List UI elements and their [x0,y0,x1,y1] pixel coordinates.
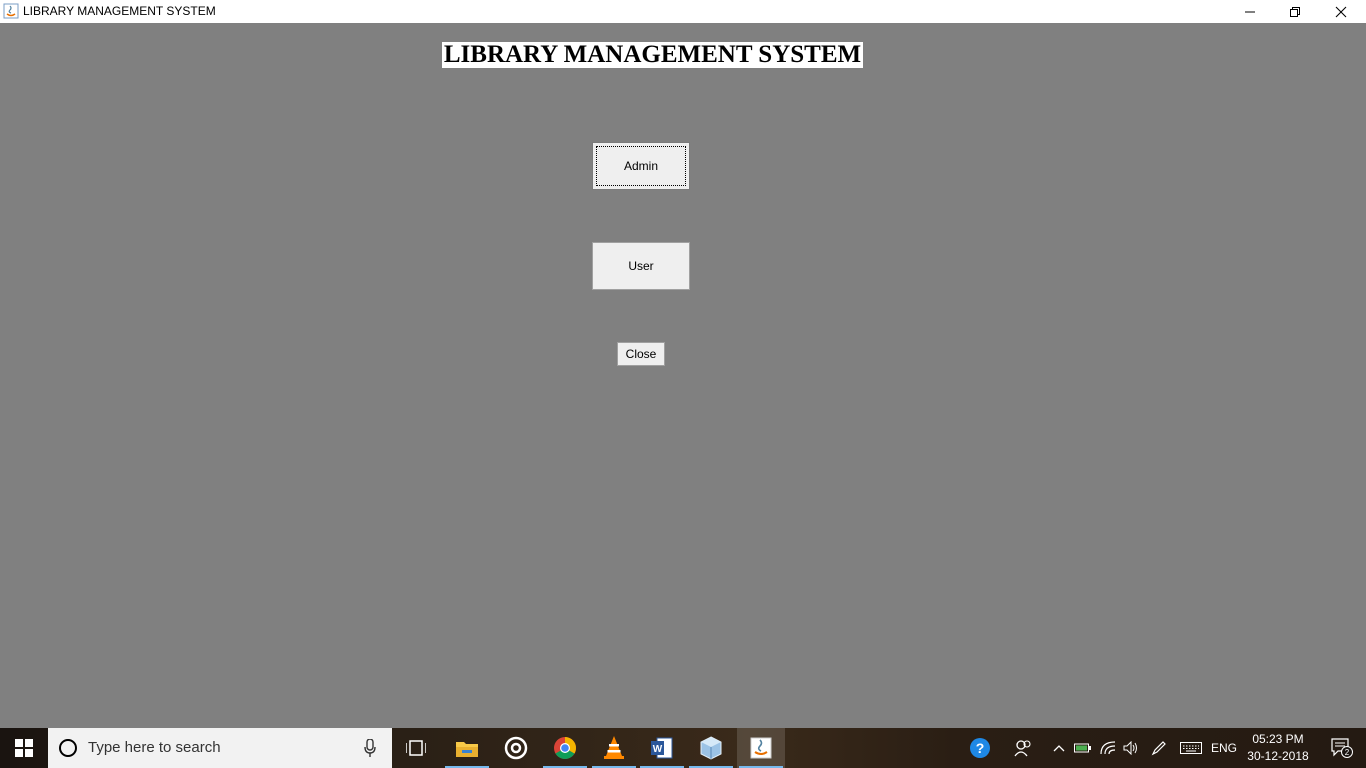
close-button[interactable]: Close [617,342,665,366]
clock-date: 30-12-2018 [1247,749,1309,763]
close-icon [1335,6,1347,17]
minimize-icon [1245,11,1255,12]
box-app-button[interactable] [687,728,735,768]
taskbar: Type here to search W ? ENG 05:23 PM 30-… [0,728,1366,768]
file-explorer-button[interactable] [443,728,491,768]
restore-button[interactable] [1272,0,1318,23]
window-title-bar[interactable]: LIBRARY MANAGEMENT SYSTEM [0,0,1366,23]
chrome-icon [554,737,576,759]
word-button[interactable]: W [638,728,686,768]
help-tray-button[interactable]: ? [966,728,994,768]
clock-time: 05:23 PM [1252,732,1304,746]
keyboard-icon [1180,742,1202,754]
window-title: LIBRARY MANAGEMENT SYSTEM [23,4,216,18]
word-icon: W [651,737,673,759]
windows-logo-icon [15,739,33,757]
user-button-label: User [628,259,654,273]
vlc-icon [604,736,624,759]
task-view-button[interactable] [392,728,440,768]
pen-tray-button[interactable] [1148,728,1170,768]
java-icon [3,3,19,19]
chevron-up-icon [1053,745,1065,752]
notification-icon: 2 [1331,738,1353,758]
taskbar-search-box[interactable]: Type here to search [48,728,392,768]
volume-icon [1123,741,1137,755]
keyboard-tray-button[interactable] [1178,728,1204,768]
start-button[interactable] [0,728,48,768]
cortana-icon [59,739,77,757]
vlc-button[interactable] [590,728,638,768]
page-title: LIBRARY MANAGEMENT SYSTEM [442,41,863,68]
input-language[interactable]: ENG [1208,728,1240,768]
file-explorer-icon [456,742,478,757]
main-panel: LIBRARY MANAGEMENT SYSTEM Admin User Clo… [0,23,1366,728]
notification-count: 2 [1345,748,1350,757]
restore-icon [1290,6,1300,17]
volume-tray-button[interactable] [1120,728,1142,768]
show-hidden-icons-button[interactable] [1048,728,1070,768]
microphone-icon[interactable] [364,739,376,757]
wifi-icon [1100,741,1116,755]
app-circle-button[interactable] [492,728,540,768]
pen-icon [1151,741,1166,756]
admin-button[interactable]: Admin [592,142,690,190]
svg-text:?: ? [976,740,985,756]
taskbar-clock[interactable]: 05:23 PM 30-12-2018 [1244,731,1312,765]
battery-icon [1074,743,1091,753]
minimize-button[interactable] [1227,0,1273,23]
java-app-button[interactable] [737,728,785,768]
java-icon [750,737,772,759]
action-center-button[interactable]: 2 [1318,728,1366,768]
chrome-button[interactable] [541,728,589,768]
wifi-tray-button[interactable] [1097,728,1119,768]
close-button-label: Close [625,347,657,361]
admin-button-label: Admin [623,159,658,173]
search-placeholder: Type here to search [88,739,221,756]
people-icon [1014,740,1031,757]
user-button[interactable]: User [592,242,690,290]
close-window-button[interactable] [1318,0,1364,23]
app-circle-icon [504,736,528,760]
battery-tray-button[interactable] [1072,728,1094,768]
task-view-icon [406,740,426,756]
box-app-icon [700,736,722,760]
help-icon: ? [970,738,990,758]
people-tray-button[interactable] [1010,728,1036,768]
svg-text:W: W [653,744,663,755]
